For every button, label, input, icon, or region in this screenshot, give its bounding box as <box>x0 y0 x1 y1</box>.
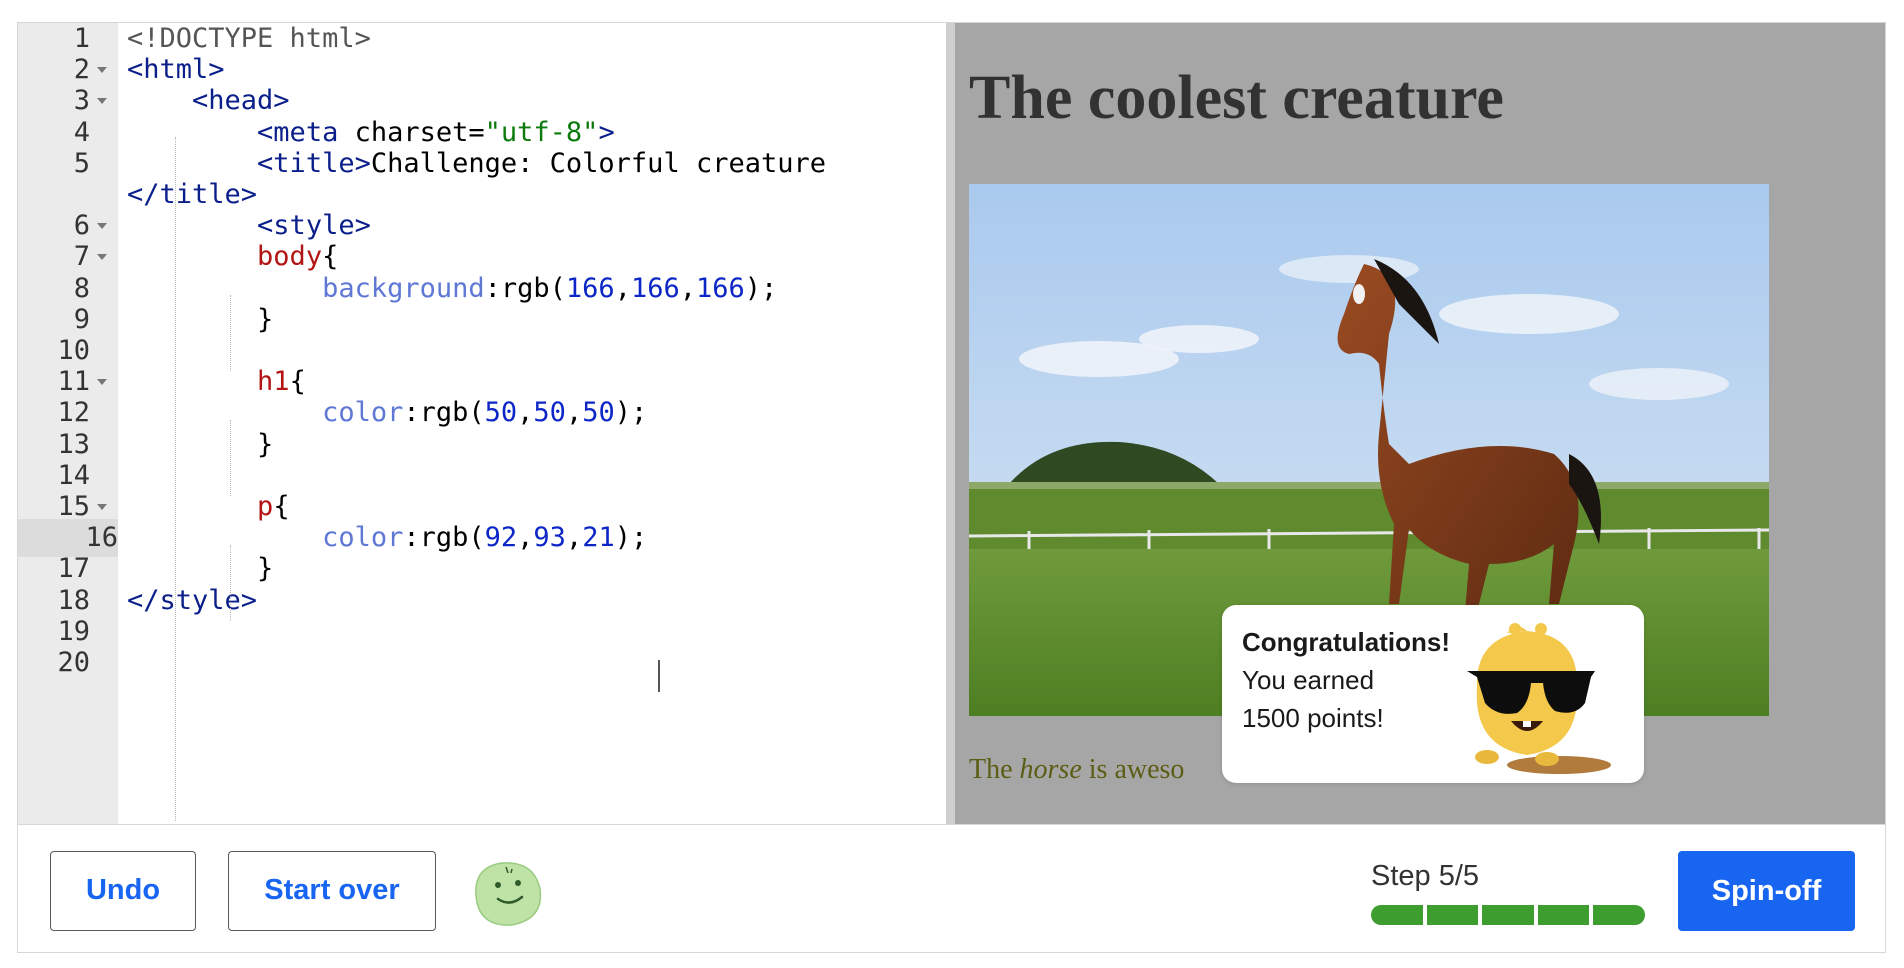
code-token: ); <box>614 397 648 429</box>
code-token: 50 <box>582 397 615 429</box>
code-token: <style> <box>257 210 371 242</box>
code-token: } <box>127 553 274 585</box>
sunglasses-mascot-icon <box>1467 623 1611 774</box>
fold-arrow-icon[interactable] <box>97 67 107 74</box>
code-editor[interactable]: 1 2 3 4 5 6 7 8 9 10 11 12 13 14 15 16 17 18 19 20 <!DOCTYP… <box>18 23 946 824</box>
start-over-button[interactable]: Start over <box>228 851 436 931</box>
code-token: } <box>127 428 274 460</box>
fold-arrow-icon[interactable] <box>97 379 107 386</box>
code-line[interactable]: } <box>127 301 273 339</box>
code-token: , <box>679 272 697 304</box>
code-line[interactable]: } <box>127 426 273 464</box>
code-token: </title> <box>127 179 258 210</box>
fold-arrow-icon[interactable] <box>97 254 107 261</box>
popup-points-line: 1500 points! <box>1242 703 1384 733</box>
code-token: 21 <box>582 522 615 554</box>
code-token: :rgb( <box>484 272 566 304</box>
popup-message-line: You earned <box>1242 665 1375 695</box>
code-token: } <box>127 303 274 335</box>
code-token: ); <box>614 522 648 554</box>
hint-mascot-icon[interactable] <box>468 857 546 929</box>
step-label: Step 5/5 <box>1371 860 1480 892</box>
code-token: , <box>517 522 534 554</box>
code-line[interactable]: </style> <box>127 582 257 620</box>
indent-guide <box>230 545 231 621</box>
code-token: , <box>565 397 583 429</box>
popup-title: Congratulations! <box>1242 627 1450 657</box>
code-token: , <box>565 522 583 554</box>
code-token: 50 <box>533 397 566 429</box>
code-token: { <box>289 366 306 398</box>
line-number: 20 <box>57 647 90 678</box>
indent-guide <box>230 295 231 371</box>
code-token: body <box>257 241 323 273</box>
progress-segment <box>1482 905 1534 925</box>
code-token: <head> <box>192 85 290 117</box>
undo-button[interactable]: Undo <box>50 851 196 931</box>
toolbar-divider <box>18 824 1885 825</box>
code-token: ); <box>744 272 778 304</box>
code-token: , <box>517 397 534 429</box>
code-token: </style> <box>127 584 258 616</box>
fold-arrow-icon[interactable] <box>97 223 107 230</box>
line-number-gutter: 1 2 3 4 5 6 7 8 9 10 11 12 13 14 15 16 17 18 19 20 <box>18 23 118 824</box>
code-token: <!DOCTYPE html> <box>127 23 371 54</box>
code-token: :rgb( <box>403 397 485 429</box>
indent-guide <box>175 137 176 821</box>
code-token: <meta <box>257 116 339 148</box>
code-token: { <box>322 241 339 273</box>
preview-heading: The coolest creature <box>969 64 1504 132</box>
code-token: color <box>322 522 404 554</box>
code-token: 92 <box>484 522 518 554</box>
code-token: color <box>322 397 404 429</box>
code-token: <html> <box>127 54 225 86</box>
text-cursor <box>658 660 660 692</box>
code-token: "utf-8" <box>484 116 599 148</box>
code-token: :rgb( <box>403 522 485 554</box>
preview-paragraph: The horse is aweso <box>969 754 1184 786</box>
progress-segment <box>1426 905 1479 925</box>
code-token: 166 <box>696 272 745 304</box>
code-token: 166 <box>630 272 680 304</box>
spin-off-button[interactable]: Spin-off <box>1678 851 1855 931</box>
fold-arrow-icon[interactable] <box>97 98 107 105</box>
code-token: charset= <box>338 116 485 148</box>
congratulations-popup: Congratulations! You earned 1500 points! <box>1222 605 1644 783</box>
code-token: p <box>257 491 274 522</box>
code-token: 166 <box>565 272 615 304</box>
progress-segment <box>1593 905 1645 925</box>
code-token: 93 <box>533 522 566 554</box>
progress-segment <box>1371 905 1423 925</box>
code-token: 50 <box>484 397 518 429</box>
indent-guide <box>230 420 231 496</box>
step-progress-bar <box>1371 905 1645 925</box>
code-token: > <box>598 116 615 148</box>
code-token: h1 <box>257 366 290 398</box>
paragraph-text: The <box>969 754 1020 785</box>
pane-splitter[interactable] <box>946 23 955 824</box>
paragraph-text: is aweso <box>1081 754 1185 785</box>
code-token: Challenge: Colorful creature <box>370 147 826 179</box>
paragraph-emphasis: horse <box>1019 754 1082 785</box>
code-token: <title> <box>257 147 371 179</box>
fold-arrow-icon[interactable] <box>97 504 107 510</box>
progress-segment <box>1537 905 1590 925</box>
code-token: background <box>322 272 485 304</box>
code-token: , <box>614 272 631 304</box>
code-token: { <box>273 491 290 522</box>
